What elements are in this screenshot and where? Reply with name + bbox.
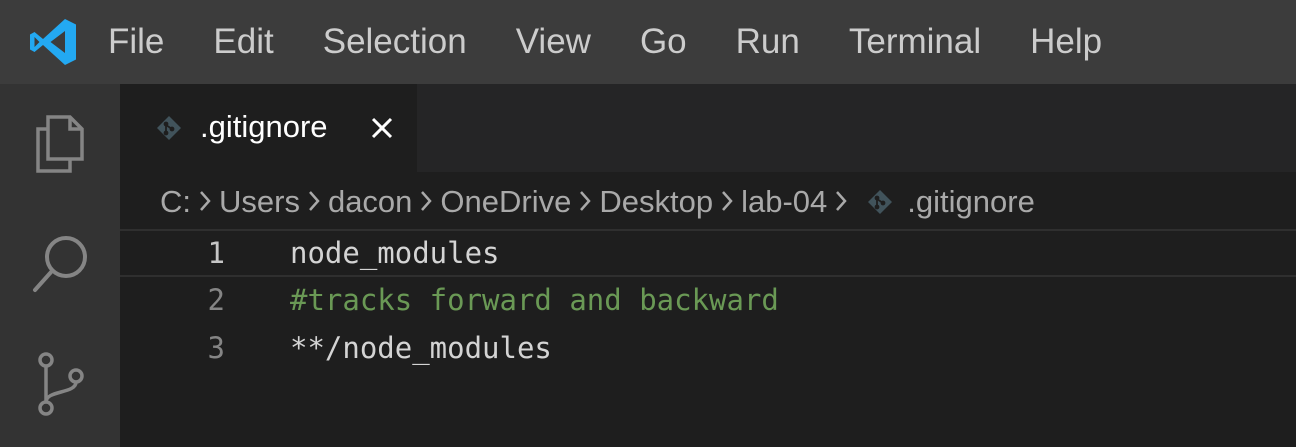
activity-bar (0, 84, 120, 447)
chevron-right-icon (713, 184, 741, 220)
menu-help[interactable]: Help (1030, 0, 1102, 84)
menu-edit[interactable]: Edit (213, 0, 273, 84)
tabs-bar: .gitignore (120, 84, 1296, 172)
code-editor[interactable]: 1 node_modules 2 #tracks forward and bac… (120, 226, 1296, 447)
menu-terminal[interactable]: Terminal (849, 0, 981, 84)
line-text[interactable]: **/node_modules (290, 324, 552, 372)
menu-selection[interactable]: Selection (323, 0, 467, 84)
comment-text[interactable]: #tracks forward and backward (290, 276, 779, 324)
breadcrumb-item-dacon[interactable]: dacon (328, 184, 412, 220)
breadcrumb-item-desktop[interactable]: Desktop (599, 184, 713, 220)
vscode-logo-icon (28, 17, 78, 67)
breadcrumb: C: Users dacon OneDrive Desktop lab-04 .… (160, 180, 1035, 224)
menu-file[interactable]: File (108, 0, 164, 84)
search-icon[interactable] (0, 232, 120, 296)
git-file-icon (867, 189, 893, 215)
menu-view[interactable]: View (516, 0, 591, 84)
menu-run[interactable]: Run (736, 0, 800, 84)
breadcrumb-item-drive[interactable]: C: (160, 184, 191, 220)
explorer-icon[interactable] (0, 112, 120, 176)
code-line[interactable]: 1 node_modules (120, 229, 1296, 277)
menu-go[interactable]: Go (640, 0, 687, 84)
title-bar: File Edit Selection View Go Run Terminal… (0, 0, 1296, 84)
code-line[interactable]: 2 #tracks forward and backward (120, 276, 1296, 324)
breadcrumb-item-users[interactable]: Users (219, 184, 300, 220)
source-control-icon[interactable] (0, 352, 120, 416)
chevron-right-icon (300, 184, 328, 220)
chevron-right-icon (827, 184, 855, 220)
breadcrumb-item-lab-04[interactable]: lab-04 (741, 184, 827, 220)
line-number: 1 (207, 236, 225, 270)
chevron-right-icon (412, 184, 440, 220)
breadcrumb-item-file[interactable]: .gitignore (907, 184, 1035, 220)
line-number: 3 (207, 331, 225, 365)
chevron-right-icon (191, 184, 219, 220)
close-icon[interactable] (368, 114, 396, 142)
line-text[interactable]: node_modules (290, 231, 500, 275)
tab-label: .gitignore (200, 109, 328, 144)
git-file-icon (156, 115, 182, 146)
tab-gitignore[interactable]: .gitignore (120, 84, 417, 172)
line-number: 2 (207, 283, 225, 317)
code-line[interactable]: 3 **/node_modules (120, 324, 1296, 372)
chevron-right-icon (571, 184, 599, 220)
breadcrumb-item-onedrive[interactable]: OneDrive (440, 184, 571, 220)
